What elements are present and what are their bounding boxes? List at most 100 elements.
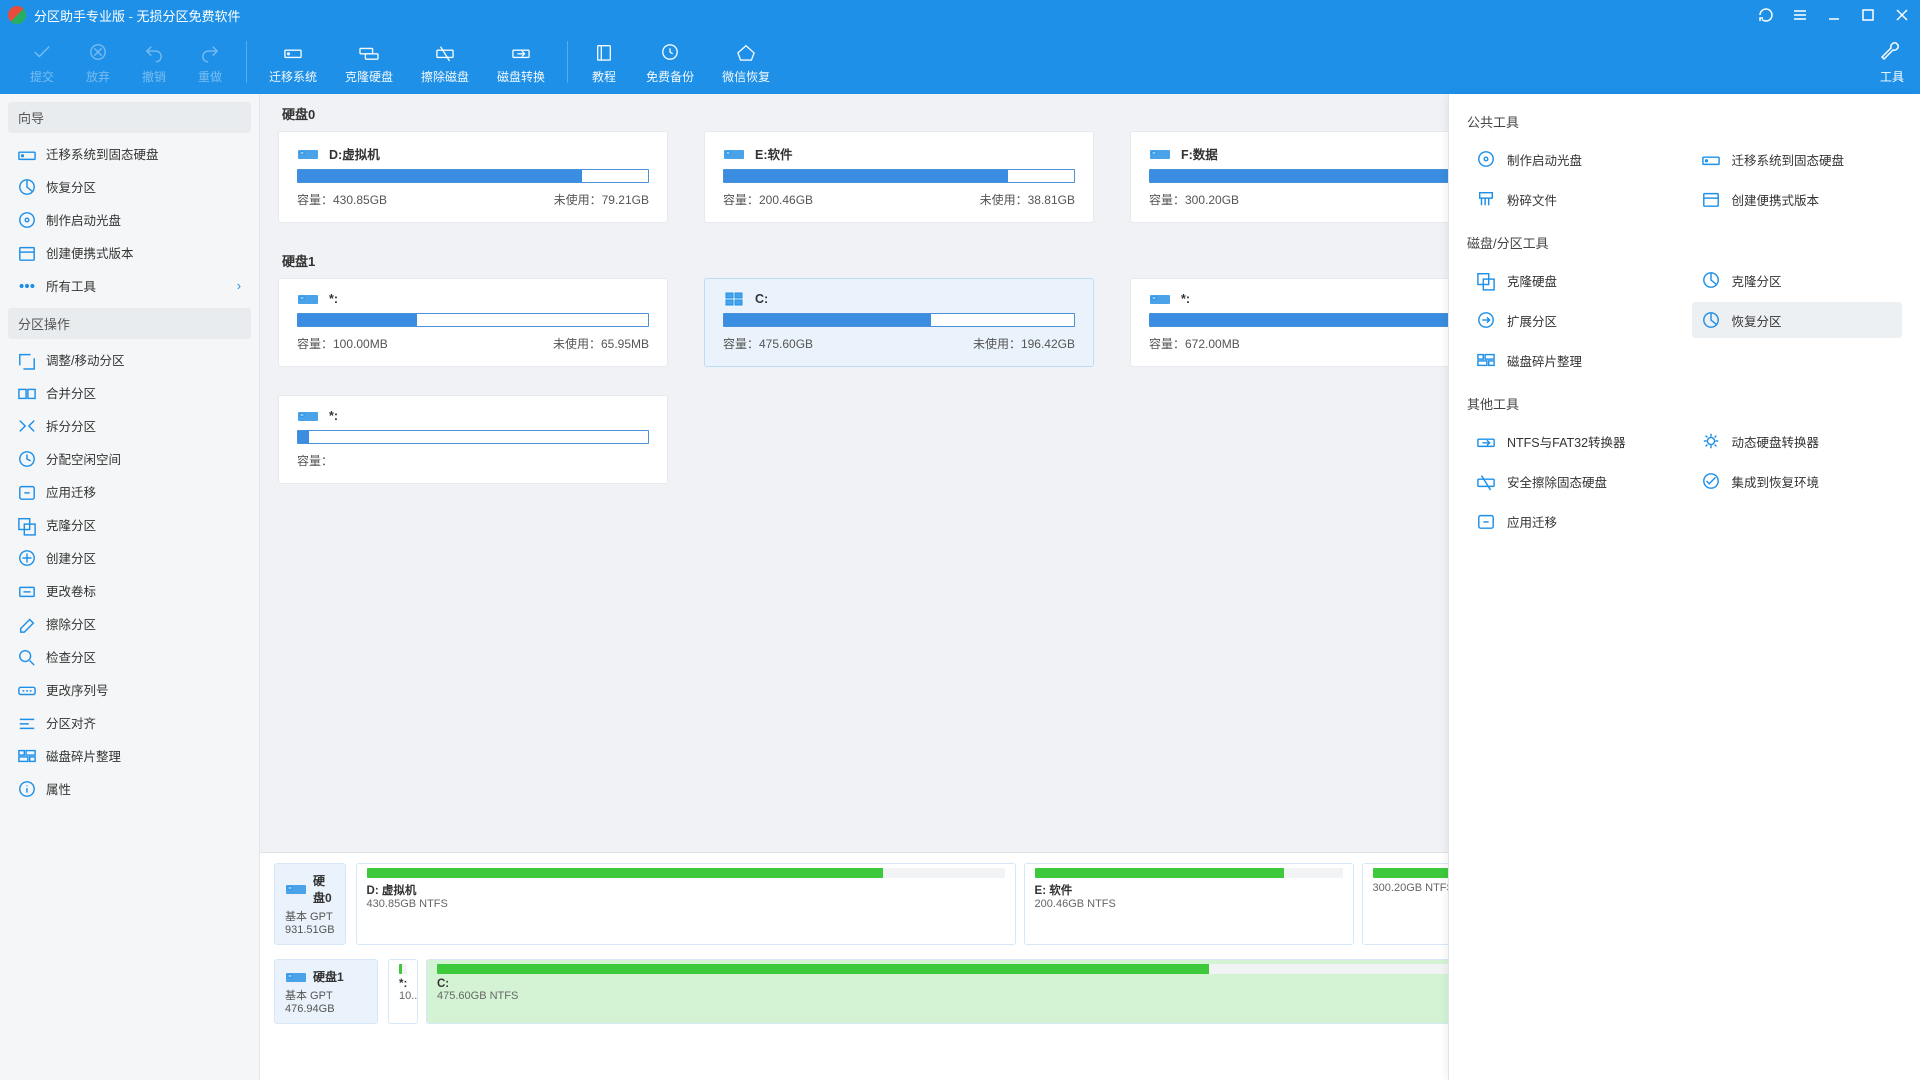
tools-button[interactable]: 工具 [1878, 40, 1906, 85]
box-icon [1700, 189, 1722, 209]
extend-icon [1475, 310, 1497, 330]
panel-item-disc[interactable]: 制作启动光盘 [1467, 141, 1678, 177]
maximize-icon[interactable] [1858, 5, 1878, 25]
menu-icon[interactable] [1790, 5, 1810, 25]
drive-icon [723, 146, 745, 162]
toolbar-backup[interactable]: 免费备份 [632, 40, 708, 85]
sidebar-item-dots[interactable]: 所有工具› [8, 269, 251, 302]
panel-item-extend[interactable]: 扩展分区 [1467, 302, 1678, 338]
capacity-label: 容量：100.00MB [297, 335, 388, 352]
app-logo-icon [8, 6, 26, 24]
disk-map-partition[interactable]: *:10... [388, 959, 418, 1024]
sidebar-item-serial[interactable]: 更改序列号 [8, 673, 251, 706]
panel-item-box[interactable]: 创建便携式版本 [1692, 181, 1903, 217]
sidebar-section-wizard: 向导 [8, 102, 251, 133]
panel-item-erase[interactable]: 安全擦除固态硬盘 [1467, 463, 1678, 499]
panel-item-integ[interactable]: 集成到恢复环境 [1692, 463, 1903, 499]
panel-item-defrag[interactable]: 磁盘碎片整理 [1467, 342, 1678, 378]
resize-icon [18, 352, 36, 368]
toolbar-book[interactable]: 教程 [576, 40, 632, 85]
toolbar-drive[interactable]: 迁移系统 [255, 40, 331, 85]
sidebar-item-app[interactable]: 应用迁移 [8, 475, 251, 508]
sidebar-item-create[interactable]: 创建分区 [8, 541, 251, 574]
sidebar-item-clock[interactable]: 分配空闲空间 [8, 442, 251, 475]
toolbar: 提交放弃撤销重做 迁移系统克隆硬盘擦除磁盘磁盘转换 教程免费备份微信恢复 工具 [0, 30, 1920, 94]
wechat-icon [732, 40, 760, 64]
pie-icon [1700, 310, 1722, 330]
sidebar-item-label[interactable]: 更改卷标 [8, 574, 251, 607]
disk-map-partition[interactable]: E: 软件200.46GB NTFS [1024, 863, 1354, 945]
panel-item-pie[interactable]: 恢复分区 [1692, 302, 1903, 338]
partition-name: E:软件 [755, 144, 793, 163]
partition-name: *: [329, 292, 338, 306]
partition-card[interactable]: *:容量：100.00MB未使用：65.95MB [278, 278, 668, 367]
panel-item-clone[interactable]: 克隆硬盘 [1467, 262, 1678, 298]
check-icon [28, 40, 56, 64]
tools-panel: 公共工具 制作启动光盘迁移系统到固态硬盘粉碎文件创建便携式版本 磁盘/分区工具 … [1448, 94, 1920, 1080]
sidebar-item-info[interactable]: 属性 [8, 772, 251, 805]
search-icon [18, 649, 36, 665]
sidebar-item-merge[interactable]: 合并分区 [8, 376, 251, 409]
info-icon [18, 781, 36, 797]
panel-item-drive[interactable]: 迁移系统到固态硬盘 [1692, 141, 1903, 177]
erase-icon [1475, 471, 1497, 491]
panel-item-convert[interactable]: NTFS与FAT32转换器 [1467, 423, 1678, 459]
disk-info[interactable]: 硬盘0基本 GPT931.51GB [274, 863, 346, 945]
titlebar: 分区助手专业版 - 无损分区免费软件 [0, 0, 1920, 30]
pie-icon [18, 179, 36, 195]
sidebar-item-search[interactable]: 检查分区 [8, 640, 251, 673]
sidebar-item-disc[interactable]: 制作启动光盘 [8, 203, 251, 236]
refresh-icon[interactable] [1756, 5, 1776, 25]
sidebar-item-eraser[interactable]: 擦除分区 [8, 607, 251, 640]
eraser-icon [18, 616, 36, 632]
toolbar-undo: 撤销 [126, 40, 182, 85]
drive-icon [297, 408, 319, 424]
close-icon[interactable] [1892, 5, 1912, 25]
sidebar-item-clone[interactable]: 克隆分区 [8, 508, 251, 541]
drive-icon [18, 146, 36, 162]
erase-icon [431, 40, 459, 64]
integ-icon [1700, 471, 1722, 491]
sidebar-item-box[interactable]: 创建便携式版本 [8, 236, 251, 269]
redo-icon [196, 40, 224, 64]
sidebar-item-pie[interactable]: 恢复分区 [8, 170, 251, 203]
sidebar: 向导 迁移系统到固态硬盘恢复分区制作启动光盘创建便携式版本所有工具› 分区操作 … [0, 94, 260, 1080]
sidebar-item-defrag[interactable]: 磁盘碎片整理 [8, 739, 251, 772]
drive-icon [297, 291, 319, 307]
disc-icon [1475, 149, 1497, 169]
minimize-icon[interactable] [1824, 5, 1844, 25]
drive-icon [1700, 149, 1722, 169]
drive2-icon [355, 40, 383, 64]
capacity-label: 容量： [297, 452, 333, 469]
panel-item-gear[interactable]: 动态硬盘转换器 [1692, 423, 1903, 459]
capacity-label: 容量：475.60GB [723, 335, 813, 352]
sidebar-item-resize[interactable]: 调整/移动分区 [8, 343, 251, 376]
serial-icon [18, 682, 36, 698]
partition-name: *: [1181, 292, 1190, 306]
toolbar-convert[interactable]: 磁盘转换 [483, 40, 559, 85]
panel-item-app[interactable]: 应用迁移 [1467, 503, 1678, 539]
clone-icon [1475, 270, 1497, 290]
disk-info[interactable]: 硬盘1基本 GPT476.94GB [274, 959, 378, 1024]
defrag-icon [1475, 350, 1497, 370]
drive-icon [1149, 146, 1171, 162]
box-icon [18, 245, 36, 261]
undo-icon [140, 40, 168, 64]
partition-card[interactable]: C:容量：475.60GB未使用：196.42GB [704, 278, 1094, 367]
app-icon [18, 484, 36, 500]
panel-item-pie[interactable]: 克隆分区 [1692, 262, 1903, 298]
sidebar-item-split[interactable]: 拆分分区 [8, 409, 251, 442]
toolbar-drive2[interactable]: 克隆硬盘 [331, 40, 407, 85]
partition-card[interactable]: E:软件容量：200.46GB未使用：38.81GB [704, 131, 1094, 223]
disk-map-partition[interactable]: D: 虚拟机430.85GB NTFS [356, 863, 1016, 945]
panel-item-shred[interactable]: 粉碎文件 [1467, 181, 1678, 217]
partition-card[interactable]: *:容量： [278, 395, 668, 484]
sidebar-item-align[interactable]: 分区对齐 [8, 706, 251, 739]
toolbar-wechat[interactable]: 微信恢复 [708, 40, 784, 85]
partition-card[interactable]: D:虚拟机容量：430.85GB未使用：79.21GB [278, 131, 668, 223]
toolbar-check: 提交 [14, 40, 70, 85]
partition-name: C: [755, 292, 768, 306]
sidebar-item-drive[interactable]: 迁移系统到固态硬盘 [8, 137, 251, 170]
toolbar-redo: 重做 [182, 40, 238, 85]
toolbar-erase[interactable]: 擦除磁盘 [407, 40, 483, 85]
